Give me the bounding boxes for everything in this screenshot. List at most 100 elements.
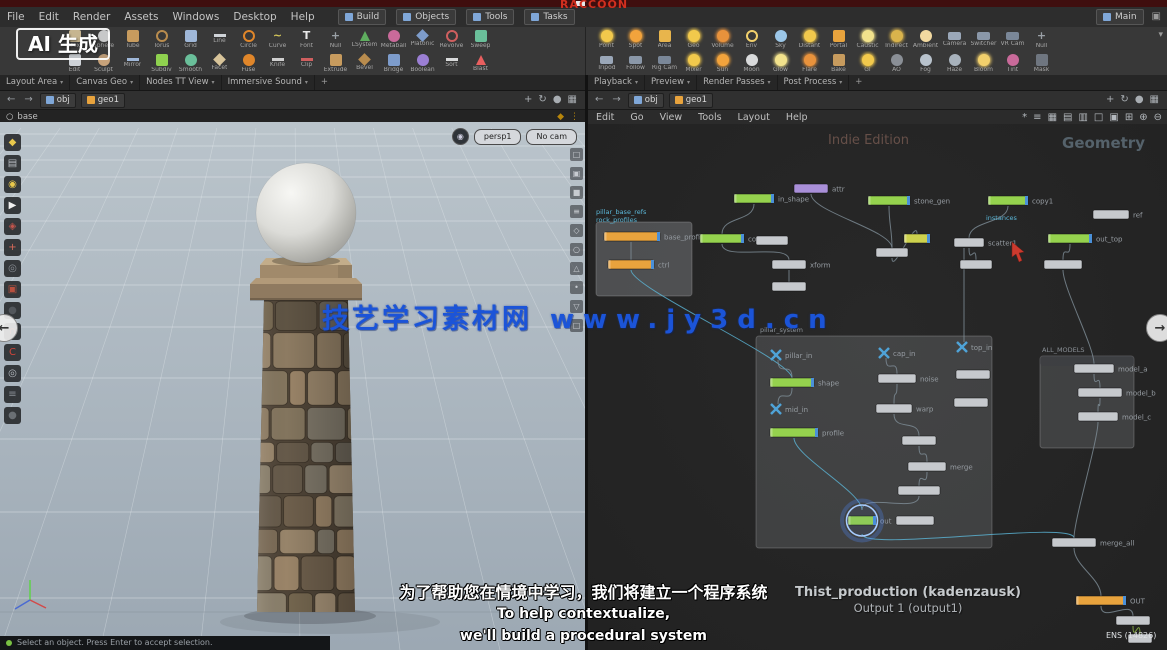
node-model-b[interactable]: model_b xyxy=(1078,388,1156,398)
shelf-tool-null[interactable]: +Null xyxy=(1027,30,1056,49)
menubar-chip-build[interactable]: Build xyxy=(338,9,387,25)
forward-arrow-button[interactable]: → xyxy=(610,95,622,105)
shelf-tool-point[interactable]: Point xyxy=(592,30,621,49)
menu-file[interactable]: File xyxy=(0,12,32,23)
shelf-tool-sweep[interactable]: Sweep xyxy=(466,30,495,49)
select-tool[interactable]: ▶ xyxy=(4,197,21,214)
shelf-tool-ao[interactable]: AO xyxy=(882,54,911,73)
node-stone-gen[interactable]: stone_gen xyxy=(868,196,950,206)
lock-icon[interactable]: ◈ xyxy=(4,218,21,235)
shelf-tool-moon[interactable]: Moon xyxy=(737,54,766,73)
no-cam-pill[interactable]: No cam xyxy=(526,129,577,145)
shelf-tool-torus[interactable]: Torus xyxy=(147,30,176,49)
shelf-tool-facet[interactable]: Facet xyxy=(205,55,234,71)
node-copy1[interactable]: copy1 xyxy=(988,196,1053,206)
shelf-tool-smooth[interactable]: Smooth xyxy=(176,54,205,73)
path-action-icon[interactable]: ↻ xyxy=(1120,95,1128,105)
shelf-tool-bake[interactable]: Bake xyxy=(824,54,853,73)
netmenu-view[interactable]: View xyxy=(652,113,691,123)
shelf-tool-geo[interactable]: Geo xyxy=(679,30,708,49)
shelf-tool-boolean[interactable]: Boolean xyxy=(408,54,437,73)
tab-right-preview[interactable]: Preview▾ xyxy=(645,75,697,90)
tab-right-post-process[interactable]: Post Process▾ xyxy=(778,75,850,90)
netmenu-icon[interactable]: ⊖ xyxy=(1154,113,1162,123)
node-scatter1[interactable]: scatter1 xyxy=(954,238,1017,248)
shelf-tool-bridge[interactable]: Bridge xyxy=(379,54,408,73)
shelf-tool-portal[interactable]: Portal xyxy=(824,30,853,49)
path-action-icon[interactable]: ▦ xyxy=(568,95,577,105)
node-out-top[interactable]: out_top xyxy=(1048,234,1123,244)
node-merge-all[interactable]: merge_all xyxy=(1052,538,1134,548)
shelf-tool-knife[interactable]: Knife xyxy=(263,58,292,68)
path-chip-geo1[interactable]: geo1 xyxy=(669,93,713,108)
ruler-tool[interactable]: ≡ xyxy=(4,386,21,403)
netmenu-icon[interactable]: * xyxy=(1022,113,1027,123)
path-action-icon[interactable]: ● xyxy=(1135,95,1144,105)
shelf-tool-gi[interactable]: GI xyxy=(853,54,882,73)
shelf-tool-follow[interactable]: Follow xyxy=(621,56,650,71)
network-canvas[interactable]: Indie Edition Geometry base_profilectrlc… xyxy=(588,124,1167,650)
camera-menu-icon[interactable]: ◉ xyxy=(452,128,469,145)
node-model-c[interactable]: model_c xyxy=(1078,412,1151,422)
node-gray[interactable] xyxy=(898,486,940,495)
menu-help[interactable]: Help xyxy=(284,12,322,23)
shelf-tool-mixer[interactable]: Mixer xyxy=(679,54,708,73)
node-attr[interactable]: attr xyxy=(794,184,845,194)
viewport-option-icon[interactable]: ■ xyxy=(570,186,583,199)
tab-left-canvas-geo[interactable]: Canvas Geo▾ xyxy=(70,75,140,90)
shelf-tool-circle[interactable]: Circle xyxy=(234,30,263,49)
path-action-icon[interactable]: ↻ xyxy=(538,95,546,105)
viewport-option-icon[interactable]: ○ xyxy=(570,243,583,256)
shelf-tool-revolve[interactable]: Revolve xyxy=(437,30,466,49)
window-controls-icon[interactable]: ▣ xyxy=(1152,12,1161,22)
node-model-a[interactable]: model_a xyxy=(1074,364,1148,374)
node-gray[interactable] xyxy=(902,436,936,445)
netmenu-icon[interactable]: ▥ xyxy=(1078,113,1087,123)
node-gray[interactable] xyxy=(954,398,988,407)
shelf-tool-haze[interactable]: Haze xyxy=(940,54,969,73)
path-chip-obj[interactable]: obj xyxy=(628,93,664,108)
shelf-tool-null[interactable]: +Null xyxy=(321,30,350,49)
shelf-tool-spot[interactable]: Spot xyxy=(621,30,650,49)
shelf-tool-tint[interactable]: Tint xyxy=(998,54,1027,73)
netmenu-icon[interactable]: ▦ xyxy=(1048,113,1057,123)
shelf-tool-area[interactable]: Area xyxy=(650,30,679,49)
netmenu-layout[interactable]: Layout xyxy=(730,113,778,123)
node-noise[interactable]: noise xyxy=(878,374,939,384)
shelf-tool-font[interactable]: TFont xyxy=(292,30,321,49)
path-action-icon[interactable]: + xyxy=(524,95,532,105)
desktop-main-chip[interactable]: Main xyxy=(1096,9,1144,25)
shelf-tool-fuse[interactable]: Fuse xyxy=(234,54,263,73)
shelf-tool-clip[interactable]: Clip xyxy=(292,58,321,68)
shelf-tool-tube[interactable]: Tube xyxy=(118,30,147,49)
shelf-tool-bevel[interactable]: Bevel xyxy=(350,55,379,71)
menubar-chip-objects[interactable]: Objects xyxy=(396,9,456,25)
translate-tool[interactable]: + xyxy=(4,239,21,256)
shelf-tool-distant[interactable]: Distant xyxy=(795,30,824,49)
key-tool[interactable]: ● xyxy=(4,407,21,424)
snapshot-tool[interactable]: ◉ xyxy=(4,176,21,193)
netmenu-help[interactable]: Help xyxy=(778,113,816,123)
node-shape[interactable]: shape xyxy=(770,378,839,388)
shelf-tool-curve[interactable]: ~Curve xyxy=(263,30,292,49)
shelf-tool-volume[interactable]: Volume xyxy=(708,30,737,49)
persp-pill[interactable]: persp1 xyxy=(474,129,522,145)
shelf-more-icon[interactable]: ▾ xyxy=(1158,31,1163,40)
node-lime[interactable] xyxy=(904,234,930,243)
view-tool[interactable]: ◆ xyxy=(4,134,21,151)
node-gray[interactable] xyxy=(1044,260,1082,269)
viewbar-icon[interactable]: ⋮ xyxy=(570,113,579,122)
shelf-tool-bloom[interactable]: Bloom xyxy=(969,54,998,73)
shelf-tool-ambient[interactable]: Ambient xyxy=(911,30,940,49)
shelf-tool-tripod[interactable]: Tripod xyxy=(592,56,621,71)
new-tab-button[interactable]: + xyxy=(315,78,334,87)
path-chip-obj[interactable]: obj xyxy=(40,93,76,108)
netmenu-icon[interactable]: ⊕ xyxy=(1139,113,1147,123)
node-base-profile[interactable]: base_profile xyxy=(604,232,706,242)
node-gray[interactable] xyxy=(956,370,990,379)
node-ref[interactable]: ref xyxy=(1093,210,1143,220)
new-tab-button[interactable]: + xyxy=(849,78,868,87)
shelf-tool-env[interactable]: Env xyxy=(737,30,766,49)
tab-right-render-passes[interactable]: Render Passes▾ xyxy=(697,75,777,90)
menu-windows[interactable]: Windows xyxy=(165,12,226,23)
